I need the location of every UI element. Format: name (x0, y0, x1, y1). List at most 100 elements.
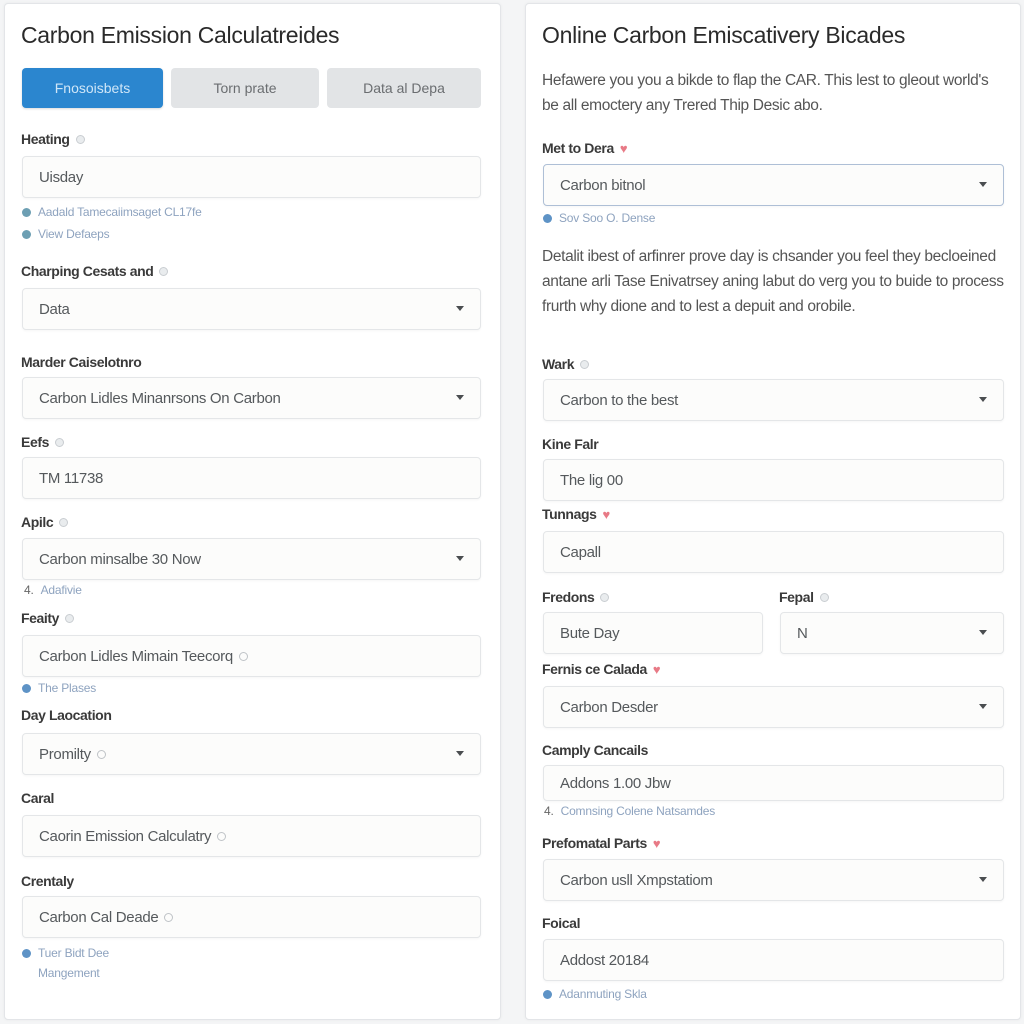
camply-hint[interactable]: 4. Comnsing Colene Natsamdes (544, 801, 715, 821)
fernis-select[interactable]: Carbon Desder (543, 686, 1004, 728)
met-to-dera-label: Met to Dera ♥ (542, 140, 628, 156)
info-icon[interactable] (217, 831, 227, 841)
prefomatal-label: Prefomatal Parts ♥ (542, 835, 661, 851)
field-value: Carbon Desder (560, 698, 658, 716)
tab-data-al-depa[interactable]: Data al Depa (327, 68, 481, 108)
info-icon[interactable] (159, 266, 169, 276)
field-value: Addost 20184 (560, 951, 649, 969)
online-carbon-panel: Online Carbon Emiscativery Bicades Hefaw… (525, 3, 1021, 1020)
crentaly-hint[interactable]: Tuer Bidt Dee Mangement (22, 943, 109, 983)
apilc-label: Apilc (21, 514, 69, 530)
intro-text: Hefawere you you a bikde to flap the CAR… (542, 72, 989, 114)
field-value: Bute Day (560, 624, 620, 642)
chevron-down-icon (456, 306, 464, 311)
foical-input[interactable]: Addost 20184 (543, 939, 1004, 981)
bullet-icon (543, 214, 552, 223)
met-to-dera-hint[interactable]: Sov Soo O. Dense (543, 208, 655, 228)
bullet-icon (543, 990, 552, 999)
heating-hint-2[interactable]: View Defaeps (22, 224, 110, 244)
info-icon[interactable] (164, 912, 174, 922)
charping-select[interactable]: Data (22, 288, 481, 330)
met-to-dera-select[interactable]: Carbon bitnol (543, 164, 1004, 206)
kine-falr-label: Kine Falr (542, 436, 599, 452)
description-text: Detalit ibest of arfinrer prove day is c… (542, 248, 1004, 315)
fernis-label: Fernis ce Calada ♥ (542, 661, 661, 677)
feaity-input[interactable]: Carbon Lidles Mimain Teecorq (22, 635, 481, 677)
tab-label: Data al Depa (363, 80, 445, 96)
bullet-icon (22, 230, 31, 239)
tunnags-input[interactable]: Capall (543, 531, 1004, 573)
chevron-down-icon (456, 395, 464, 400)
charping-label: Charping Cesats and (21, 263, 169, 279)
chevron-down-icon (979, 182, 987, 187)
apilc-select[interactable]: Carbon minsalbe 30 Now (22, 538, 481, 580)
apilc-hint[interactable]: 4. Adafivie (24, 580, 82, 600)
field-value: N (797, 624, 808, 642)
chevron-down-icon (456, 556, 464, 561)
wark-select[interactable]: Carbon to the best (543, 379, 1004, 421)
eefs-input[interactable]: TM 11738 (22, 457, 481, 499)
chevron-down-icon (456, 751, 464, 756)
info-icon[interactable] (600, 592, 610, 602)
field-value: Capall (560, 543, 601, 561)
fredons-input[interactable]: Bute Day (543, 612, 763, 654)
panel-title: Carbon Emission Calculatreides (21, 22, 340, 48)
tunnags-label: Tunnags ♥ (542, 506, 610, 522)
field-value: Carbon Lidles Minanrsons On Carbon (39, 389, 281, 407)
field-value: Promilty (39, 745, 91, 763)
carbon-calculator-panel: Carbon Emission Calculatreides Fnosoisbe… (4, 3, 501, 1020)
info-icon[interactable] (580, 359, 590, 369)
fredons-label: Fredons (542, 589, 610, 605)
caral-label: Caral (21, 790, 55, 806)
tab-label: Fnosoisbets (54, 80, 131, 96)
camply-input[interactable]: Addons 1.00 Jbw (543, 765, 1004, 801)
heating-input[interactable]: Uisday (22, 156, 481, 198)
foical-hint[interactable]: Adanmuting Skla (543, 984, 647, 1004)
info-icon[interactable] (819, 592, 829, 602)
field-value: Carbon Cal Deade (39, 908, 159, 926)
tab-torn-prate[interactable]: Torn prate (171, 68, 319, 108)
info-icon[interactable] (96, 749, 106, 759)
bullet-icon (22, 949, 31, 958)
marder-select[interactable]: Carbon Lidles Minanrsons On Carbon (22, 377, 481, 419)
crentaly-label: Crentaly (21, 873, 74, 889)
caral-input[interactable]: Caorin Emission Calculatry (22, 815, 481, 857)
foical-label: Foical (542, 915, 581, 931)
prefomatal-select[interactable]: Carbon usll Xmpstatiom (543, 859, 1004, 901)
field-value: Carbon Lidles Mimain Teecorq (39, 647, 233, 665)
field-value: The lig 00 (560, 471, 623, 489)
bullet-icon (22, 208, 31, 217)
field-value: Caorin Emission Calculatry (39, 827, 212, 845)
marder-label: Marder Caiselotnro (21, 354, 142, 370)
panel-title: Online Carbon Emiscativery Bicades (542, 22, 906, 48)
info-icon[interactable] (54, 437, 64, 447)
field-value: TM 11738 (39, 469, 104, 487)
wark-label: Wark (542, 356, 590, 372)
feaity-label: Feaity (21, 610, 75, 626)
heating-hint-1[interactable]: Aadald Tamecaiimsaget CL17fe (22, 202, 202, 222)
fepal-label: Fepal (779, 589, 829, 605)
info-icon[interactable] (65, 613, 75, 623)
chevron-down-icon (979, 397, 987, 402)
required-heart-icon: ♥ (652, 661, 661, 677)
info-icon[interactable] (238, 651, 248, 661)
info-icon[interactable] (75, 134, 85, 144)
kine-falr-input[interactable]: The lig 00 (543, 459, 1004, 501)
eefs-label: Eefs (21, 434, 64, 450)
required-heart-icon: ♥ (652, 835, 661, 851)
required-heart-icon: ♥ (619, 140, 628, 156)
tab-label: Torn prate (213, 80, 277, 96)
field-value: Data (39, 300, 70, 318)
info-icon[interactable] (59, 517, 69, 527)
field-value: Uisday (39, 168, 84, 186)
day-location-label: Day Laocation (21, 707, 112, 723)
field-value: Carbon bitnol (560, 176, 646, 194)
heating-label: Heating (21, 131, 85, 147)
day-location-select[interactable]: Promilty (22, 733, 481, 775)
fepal-select[interactable]: N (780, 612, 1004, 654)
field-value: Carbon to the best (560, 391, 679, 409)
tab-fnosoisbets[interactable]: Fnosoisbets (22, 68, 163, 108)
camply-label: Camply Cancails (542, 742, 649, 758)
feaity-hint[interactable]: The Plases (22, 678, 96, 698)
crentaly-input[interactable]: Carbon Cal Deade (22, 896, 481, 938)
